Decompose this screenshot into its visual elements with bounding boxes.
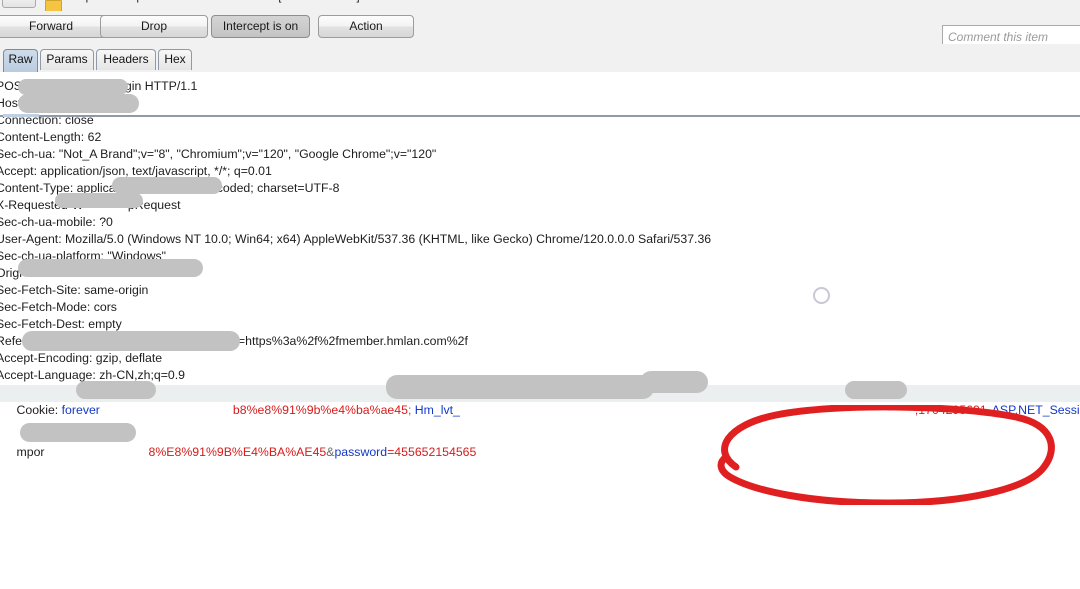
- tab-headers[interactable]: Headers: [96, 49, 156, 70]
- header-line[interactable]: Sec-Fetch-Mode: cors: [0, 299, 117, 316]
- redaction-blob-url: [18, 79, 128, 95]
- redaction-blob-host: [18, 94, 139, 113]
- cookie-key-forever: forever: [61, 403, 100, 417]
- redaction-blob-xrequested: [55, 193, 143, 208]
- intercept-toolbar: Forward Drop Intercept is on Action: [0, 11, 1080, 48]
- message-tabs: Raw Params Headers Hex: [0, 44, 1080, 117]
- body-username-value: 8%E8%91%9B%E4%BA%AE45: [148, 445, 327, 459]
- action-button[interactable]: Action: [318, 15, 414, 38]
- tab-hex[interactable]: Hex: [158, 49, 192, 70]
- burp-intercept-window: ◀ Request to https://member.hmlan.com:44…: [0, 0, 1080, 589]
- window-title: Request to https://member.hmlan.com:443 …: [68, 0, 360, 3]
- header-line[interactable]: Sec-ch-ua: "Not_A Brand";v="8", "Chromiu…: [0, 146, 436, 163]
- red-ellipse-annotation: [717, 405, 1055, 505]
- header-line[interactable]: Sec-Fetch-Site: same-origin: [0, 282, 148, 299]
- forward-button[interactable]: Forward: [0, 15, 107, 38]
- cookie-label: Cookie:: [16, 403, 62, 417]
- redaction-blob-cookie-2b: [640, 371, 708, 393]
- redaction-blob-sessionid: [845, 381, 907, 399]
- redaction-blob-ctype: [112, 177, 222, 194]
- loading-spinner: [813, 287, 830, 304]
- intercept-toggle-button[interactable]: Intercept is on: [211, 15, 310, 38]
- request-editor[interactable]: POST ogin HTTP/1.1Host:Connection: close…: [0, 73, 1080, 589]
- body-prefix: mpor: [16, 445, 45, 459]
- tab-raw[interactable]: Raw: [3, 49, 38, 72]
- window-titlebar: ◀ Request to https://member.hmlan.com:44…: [0, 0, 1080, 11]
- cookie-key-hmlvt: Hm_lvt_: [414, 403, 460, 417]
- body-password-value: 455652154565: [394, 445, 477, 459]
- header-line[interactable]: Accept-Encoding: gzip, deflate: [0, 350, 162, 367]
- cookie-value-hmlvt: ,1704295691: [914, 403, 987, 417]
- header-line[interactable]: Sec-ch-ua-mobile: ?0: [0, 214, 113, 231]
- folder-icon: [45, 0, 62, 11]
- redaction-blob-referer: [22, 331, 240, 351]
- tab-params[interactable]: Params: [40, 49, 94, 70]
- redaction-blob-cookie-1: [76, 381, 156, 399]
- titlebar-back-button[interactable]: ◀: [2, 0, 36, 8]
- header-line[interactable]: User-Agent: Mozilla/5.0 (Windows NT 10.0…: [0, 231, 711, 248]
- cookie-key-aspnet-sessionid: ASP.NET_SessionId: [991, 403, 1080, 417]
- redaction-blob-origin: [18, 259, 203, 277]
- drop-button[interactable]: Drop: [100, 15, 208, 38]
- cookie-value-forever: b8%e8%91%9b%e4%ba%ae45: [232, 403, 408, 417]
- redaction-blob-body: [20, 423, 136, 442]
- header-line[interactable]: Content-Length: 62: [0, 129, 101, 146]
- redaction-blob-cookie-2: [386, 375, 654, 399]
- cookie-separator-1: ;: [407, 403, 415, 417]
- active-tab-joiner: [3, 114, 39, 117]
- tabstrip-divider: [0, 115, 1080, 117]
- body-password-key: password: [334, 445, 388, 459]
